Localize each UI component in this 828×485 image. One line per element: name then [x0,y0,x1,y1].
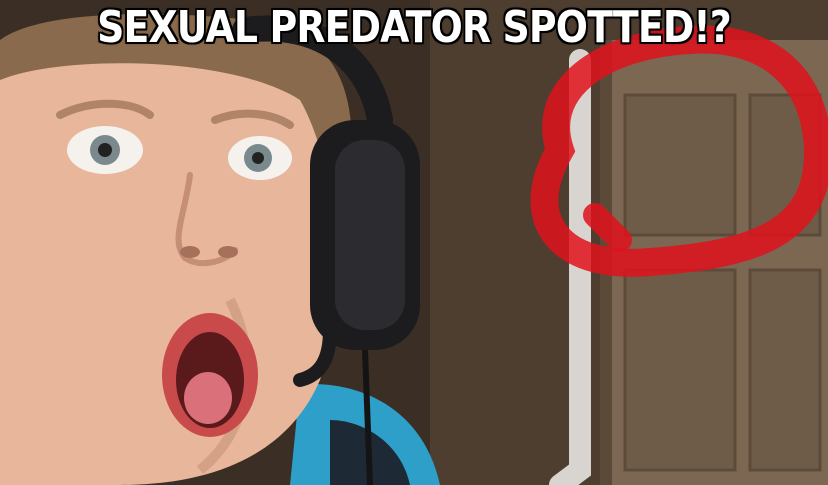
meme-image: SEXUAL PREDATOR SPOTTED!? [0,0,828,485]
boy-face [0,63,336,485]
scene-illustration [0,0,828,485]
meme-caption: SEXUAL PREDATOR SPOTTED!? [97,2,732,53]
